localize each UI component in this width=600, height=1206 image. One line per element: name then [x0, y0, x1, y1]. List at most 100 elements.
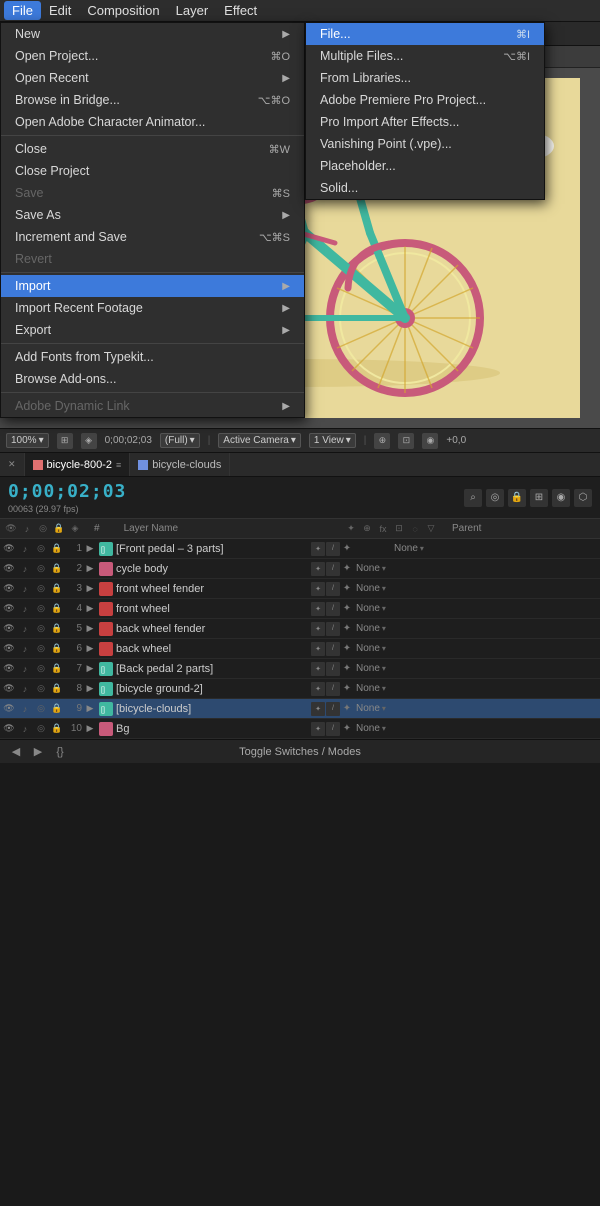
solo-toggle-6[interactable]: ◎ [34, 642, 48, 656]
quality-dropdown[interactable]: (Full) ▾ [160, 433, 200, 448]
lock-toggle-8[interactable]: 🔒 [50, 682, 64, 696]
menu-adobe-dynamic-link[interactable]: Adobe Dynamic Link ▶ [1, 395, 304, 417]
audio-toggle-4[interactable]: ♪ [18, 602, 32, 616]
menu-export[interactable]: Export ▶ [1, 319, 304, 341]
menu-close-project[interactable]: Close Project [1, 160, 304, 182]
eye-toggle-6[interactable]: 👁 [2, 642, 16, 656]
import-premiere-pro[interactable]: Adobe Premiere Pro Project... [306, 89, 544, 111]
tl-solo-icon[interactable]: ◎ [486, 489, 504, 507]
import-file[interactable]: File... ⌘I [306, 23, 544, 45]
tl-bottom-icon-3[interactable]: {} [52, 744, 68, 760]
menu-open-project[interactable]: Open Project... ⌘O [1, 45, 304, 67]
view-dropdown[interactable]: 1 View ▾ [309, 433, 356, 448]
menu-item-composition[interactable]: Composition [79, 1, 167, 20]
comp-bar-icon-3[interactable]: ⊕ [374, 433, 390, 449]
eye-toggle-7[interactable]: 👁 [2, 662, 16, 676]
expand-7[interactable]: ▶ [84, 663, 96, 674]
solo-toggle-7[interactable]: ◎ [34, 662, 48, 676]
solo-toggle-5[interactable]: ◎ [34, 622, 48, 636]
eye-toggle-10[interactable]: 👁 [2, 722, 16, 736]
eye-toggle-2[interactable]: 👁 [2, 562, 16, 576]
lock-toggle-4[interactable]: 🔒 [50, 602, 64, 616]
timecode-display[interactable]: 0;00;02;03 [8, 481, 126, 502]
parent-select-6[interactable]: None ▾ [356, 643, 386, 654]
audio-toggle-2[interactable]: ♪ [18, 562, 32, 576]
lock-toggle-7[interactable]: 🔒 [50, 662, 64, 676]
comp-bar-icon-4[interactable]: ⊡ [398, 433, 414, 449]
tl-lock-icon[interactable]: 🔒 [508, 489, 526, 507]
import-solid[interactable]: Solid... [306, 177, 544, 199]
tl-tab-clouds[interactable]: bicycle-clouds [130, 453, 230, 476]
menu-import[interactable]: Import ▶ [1, 275, 304, 297]
lock-toggle-5[interactable]: 🔒 [50, 622, 64, 636]
solo-toggle-8[interactable]: ◎ [34, 682, 48, 696]
menu-increment-save[interactable]: Increment and Save ⌥⌘S [1, 226, 304, 248]
tl-search-icon[interactable]: ⌕ [464, 489, 482, 507]
menu-item-edit[interactable]: Edit [41, 1, 79, 20]
lock-toggle-10[interactable]: 🔒 [50, 722, 64, 736]
comp-bar-icon-5[interactable]: ◉ [422, 433, 438, 449]
lock-toggle-1[interactable]: 🔒 [50, 542, 64, 556]
audio-toggle-10[interactable]: ♪ [18, 722, 32, 736]
zoom-dropdown[interactable]: 100% ▾ [6, 433, 49, 448]
expand-6[interactable]: ▶ [84, 643, 96, 654]
menu-item-file[interactable]: File [4, 1, 41, 20]
menu-item-layer[interactable]: Layer [168, 1, 217, 20]
audio-toggle-5[interactable]: ♪ [18, 622, 32, 636]
audio-toggle-7[interactable]: ♪ [18, 662, 32, 676]
audio-toggle-1[interactable]: ♪ [18, 542, 32, 556]
expand-8[interactable]: ▶ [84, 683, 96, 694]
expand-4[interactable]: ▶ [84, 603, 96, 614]
eye-toggle-8[interactable]: 👁 [2, 682, 16, 696]
quality-control[interactable]: (Full) ▾ [160, 433, 200, 448]
expand-3[interactable]: ▶ [84, 583, 96, 594]
menu-save[interactable]: Save ⌘S [1, 182, 304, 204]
import-pro-import[interactable]: Pro Import After Effects... [306, 111, 544, 133]
parent-select-9[interactable]: None ▾ [356, 703, 386, 714]
import-placeholder[interactable]: Placeholder... [306, 155, 544, 177]
parent-select-7[interactable]: None ▾ [356, 663, 386, 674]
camera-dropdown[interactable]: Active Camera ▾ [218, 433, 301, 448]
parent-select-2[interactable]: None ▾ [356, 563, 386, 574]
audio-toggle-9[interactable]: ♪ [18, 702, 32, 716]
import-from-libraries[interactable]: From Libraries... [306, 67, 544, 89]
eye-toggle-5[interactable]: 👁 [2, 622, 16, 636]
menu-close[interactable]: Close ⌘W [1, 138, 304, 160]
tl-tab-options[interactable]: ≡ [116, 460, 121, 470]
expand-2[interactable]: ▶ [84, 563, 96, 574]
audio-toggle-8[interactable]: ♪ [18, 682, 32, 696]
audio-toggle-6[interactable]: ♪ [18, 642, 32, 656]
menu-import-recent-footage[interactable]: Import Recent Footage ▶ [1, 297, 304, 319]
zoom-control[interactable]: 100% ▾ [6, 433, 49, 448]
import-vanishing-point[interactable]: Vanishing Point (.vpe)... [306, 133, 544, 155]
solo-toggle-2[interactable]: ◎ [34, 562, 48, 576]
tl-render-icon[interactable]: ⬡ [574, 489, 592, 507]
lock-toggle-2[interactable]: 🔒 [50, 562, 64, 576]
solo-toggle-10[interactable]: ◎ [34, 722, 48, 736]
eye-toggle-1[interactable]: 👁 [2, 542, 16, 556]
tl-tab-bicycle800[interactable]: bicycle-800-2 ≡ [25, 453, 131, 476]
solo-toggle-3[interactable]: ◎ [34, 582, 48, 596]
comp-bar-icon-2[interactable]: ◈ [81, 433, 97, 449]
menu-open-recent[interactable]: Open Recent ▶ [1, 67, 304, 89]
menu-open-character-animator[interactable]: Open Adobe Character Animator... [1, 111, 304, 133]
menu-browse-bridge[interactable]: Browse in Bridge... ⌥⌘O [1, 89, 304, 111]
solo-toggle-4[interactable]: ◎ [34, 602, 48, 616]
tl-motion-blur-icon[interactable]: ◉ [552, 489, 570, 507]
comp-bar-icon-1[interactable]: ⊞ [57, 433, 73, 449]
parent-select-3[interactable]: None ▾ [356, 583, 386, 594]
lock-toggle-6[interactable]: 🔒 [50, 642, 64, 656]
menu-add-fonts[interactable]: Add Fonts from Typekit... [1, 346, 304, 368]
tl-bottom-icon-1[interactable]: ◀ [8, 744, 24, 760]
import-multiple-files[interactable]: Multiple Files... ⌥⌘I [306, 45, 544, 67]
parent-select-10[interactable]: None ▾ [356, 723, 386, 734]
audio-toggle-3[interactable]: ♪ [18, 582, 32, 596]
menu-revert[interactable]: Revert [1, 248, 304, 270]
solo-toggle-9[interactable]: ◎ [34, 702, 48, 716]
expand-5[interactable]: ▶ [84, 623, 96, 634]
menu-new[interactable]: New ▶ [1, 23, 304, 45]
parent-select-5[interactable]: None ▾ [356, 623, 386, 634]
lock-toggle-3[interactable]: 🔒 [50, 582, 64, 596]
expand-1[interactable]: ▶ [84, 543, 96, 554]
menu-item-effect[interactable]: Effect [216, 1, 265, 20]
